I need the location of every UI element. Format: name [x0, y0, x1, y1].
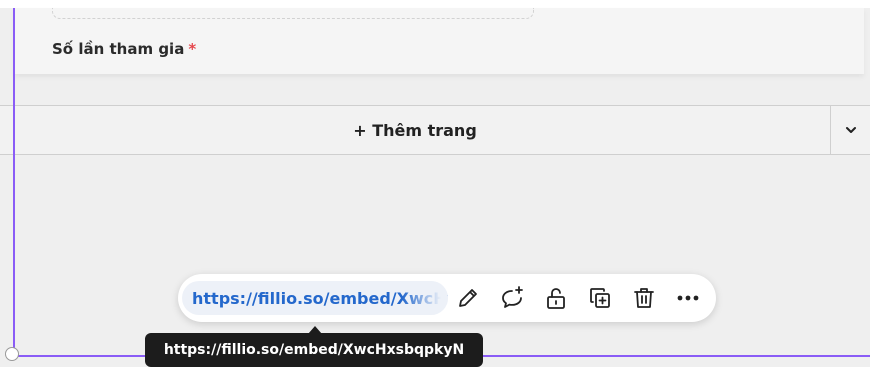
duplicate-button[interactable] [586, 284, 614, 312]
add-page-bar: + Thêm trang [0, 105, 870, 155]
more-icon [677, 295, 699, 301]
comment-add-icon [502, 286, 523, 308]
answer-box-bottom[interactable] [52, 8, 534, 19]
edit-button[interactable] [454, 284, 482, 312]
unlock-icon [547, 288, 565, 309]
expand-pages-button[interactable] [831, 106, 870, 154]
url-fade [402, 281, 448, 315]
field-label-text: Số lần tham gia [52, 40, 185, 58]
selection-border-left [13, 8, 15, 357]
field-label: Số lần tham gia * [52, 40, 196, 58]
duplicate-icon [590, 288, 610, 308]
trash-icon [634, 288, 654, 308]
embed-toolbar: https://fillio.so/embed/XwcHxsbqpkyN [178, 274, 716, 322]
add-page-button[interactable]: + Thêm trang [0, 106, 830, 154]
add-comment-button[interactable] [498, 284, 526, 312]
more-button[interactable] [674, 284, 702, 312]
resize-handle[interactable] [5, 347, 19, 361]
required-mark: * [188, 40, 197, 58]
embed-url-link[interactable]: https://fillio.so/embed/XwcHxsbqpkyN [182, 281, 448, 315]
chevron-down-icon [845, 127, 856, 133]
unlock-button[interactable] [542, 284, 570, 312]
pencil-icon [459, 289, 477, 307]
delete-button[interactable] [630, 284, 658, 312]
url-tooltip: https://fillio.so/embed/XwcHxsbqpkyN [145, 333, 483, 367]
top-strip [0, 0, 870, 8]
